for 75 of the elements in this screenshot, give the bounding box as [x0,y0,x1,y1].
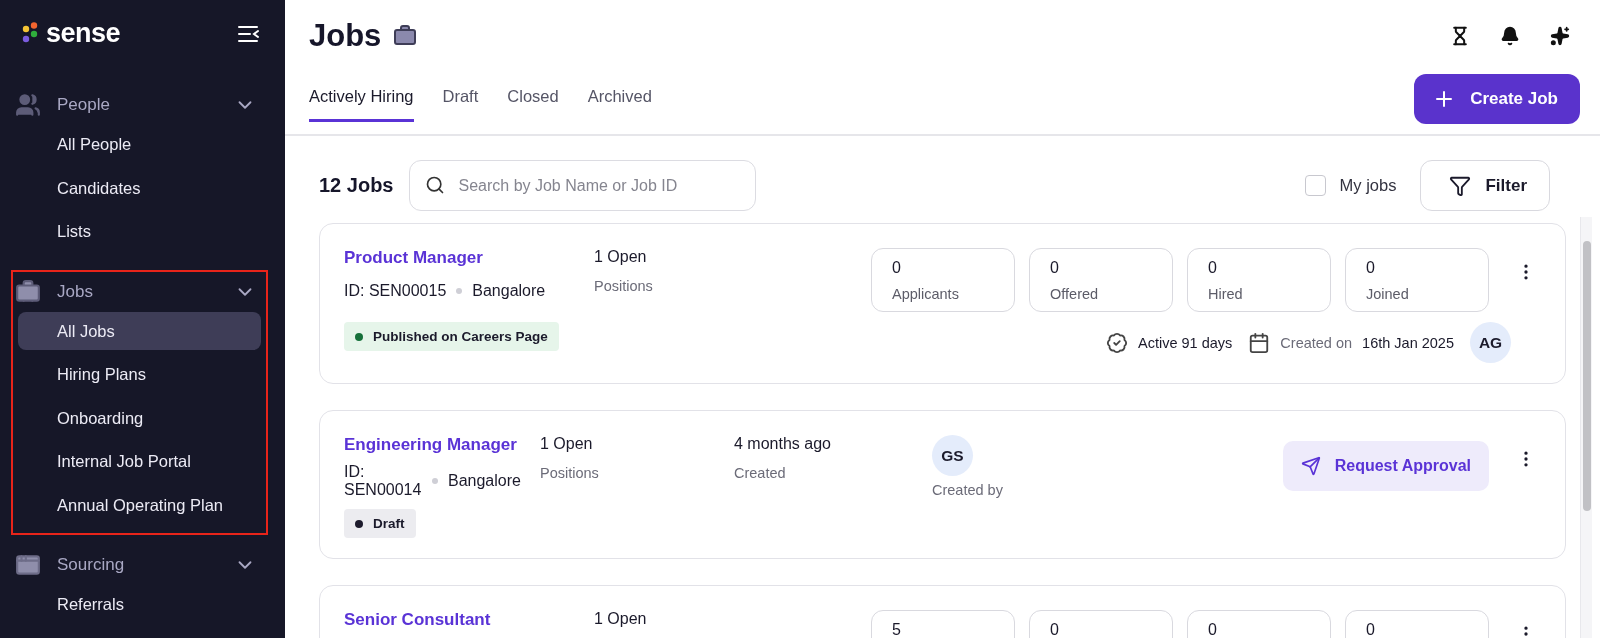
user-avatar: GS [932,435,973,476]
jobs-count: 12 Jobs [319,174,394,197]
tab[interactable]: Actively Hiring [309,87,414,122]
stat-value: 0 [1208,259,1218,277]
create-job-button[interactable]: Create Job [1414,74,1580,124]
nav-item[interactable]: Hiring Plans [18,355,261,393]
nav-item[interactable]: Annual Operating Plan [18,485,261,524]
positions-label: Positions [594,278,654,294]
logo-text: sense [46,18,121,49]
created-by-label: Created by [932,482,1004,498]
nav-item[interactable]: Referrals [18,585,261,623]
collapse-menu-icon[interactable] [237,23,261,44]
open-positions-count: 1 Open [594,610,648,628]
status-label: Published on Careers Page [373,329,548,344]
user-avatar: AG [1470,322,1511,363]
calendar-icon [1248,331,1271,354]
sparkles-icon[interactable] [1550,26,1570,46]
stat-label: Joined [1366,286,1410,302]
nav-section-header[interactable]: Jobs [13,271,266,312]
people-icon [15,92,41,118]
nav-item[interactable]: All Jobs [18,311,261,350]
stat-label: Applicants [892,286,960,302]
nav-section-header[interactable]: Sourcing [13,545,266,585]
briefcase-icon [393,24,418,48]
job-id: ID: SEN00015 [344,282,447,300]
window-icon [15,552,41,578]
stat-value: 5 [892,621,902,638]
active-duration: Active 91 days [1138,334,1233,351]
created-on-label: Created on [1280,334,1353,351]
separator-dot-icon [432,478,438,484]
job-title-link[interactable]: Senior Consultant [344,610,594,630]
open-positions-count: 1 Open [594,248,648,266]
my-jobs-label: My jobs [1339,176,1397,195]
status-label: Draft [373,516,405,531]
stat-label: Hired [1208,286,1244,302]
created-label: Created [734,465,787,481]
job-location: Bangalore [472,282,546,300]
job-id: ID: SEN00014 [344,463,422,499]
filter-icon [1449,174,1472,197]
stat-value: 0 [1050,259,1060,277]
nav-section-header[interactable]: People [13,85,266,125]
stat-value: 0 [1050,621,1060,638]
stat-value: 0 [1366,621,1376,638]
created-date: 16th Jan 2025 [1362,334,1454,351]
stat-label: Offered [1050,286,1100,302]
my-jobs-checkbox[interactable] [1304,175,1326,196]
stat-value: 0 [1208,621,1218,638]
created-time: 4 months ago [734,435,832,453]
nav-item[interactable]: Onboarding [18,398,261,437]
job-title-link[interactable]: Product Manager [344,248,594,268]
job-title-link[interactable]: Engineering Manager [344,435,540,455]
nav-item[interactable]: Internal Job Portal [18,442,261,480]
nav-item[interactable]: Candidates [18,168,261,207]
briefcase-icon [15,278,41,305]
stat-value: 0 [1366,259,1376,277]
tab[interactable]: Closed [507,87,559,122]
separator-dot-icon [456,288,463,294]
nav-item[interactable]: Lists [18,212,261,250]
job-location: Bangalore [448,472,521,490]
filter-button[interactable]: Filter [1420,160,1550,211]
send-icon [1300,456,1321,476]
stat-value: 0 [892,259,902,277]
positions-label: Positions [540,465,600,481]
request-approval-button[interactable]: Request Approval [1282,441,1489,491]
notification-bell-icon[interactable] [1500,26,1520,46]
tab[interactable]: Archived [587,87,652,122]
nav-item[interactable]: All People [18,125,261,163]
search-field[interactable]: Search by Job Name or Job ID [409,160,757,211]
page-title: Jobs [309,18,382,54]
hourglass-icon[interactable] [1450,26,1470,46]
search-icon [425,175,446,195]
open-positions-count: 1 Open [540,435,594,453]
tab[interactable]: Draft [442,87,479,122]
check-badge-icon [1106,331,1128,354]
scrollbar-thumb[interactable] [1582,241,1591,511]
